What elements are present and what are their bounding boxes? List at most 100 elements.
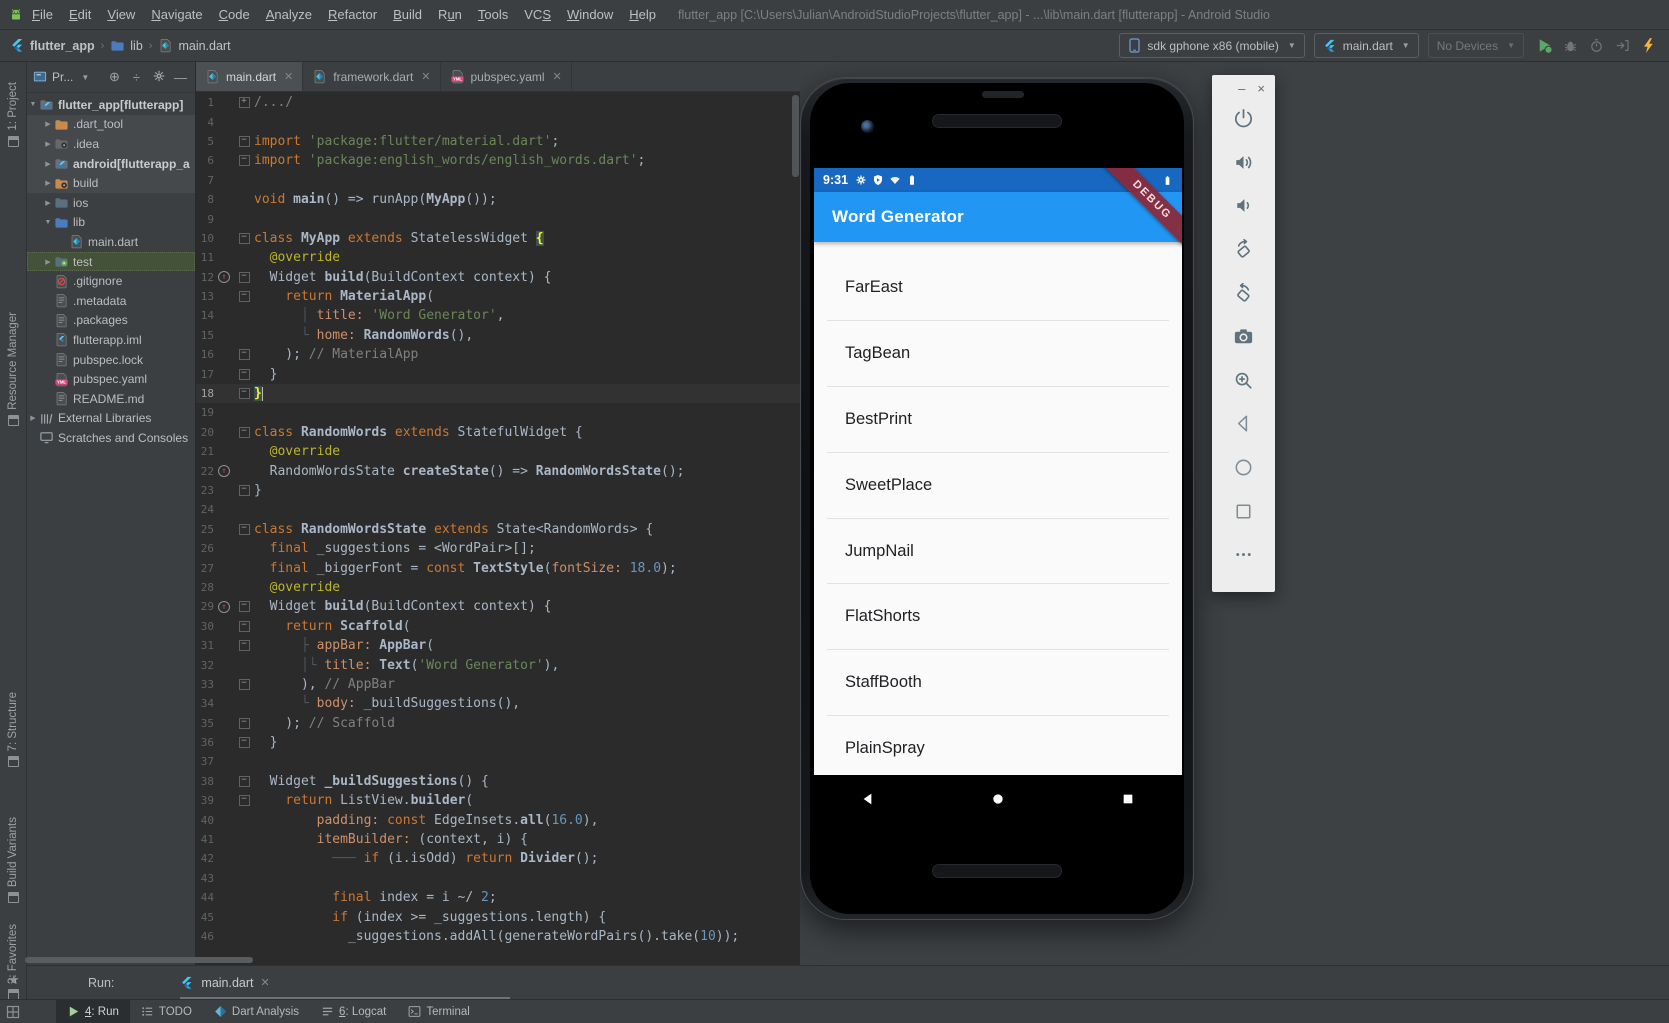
project-view-selector[interactable]: Pr...: [52, 70, 73, 84]
tree-item--gitignore[interactable]: .gitignore: [27, 271, 195, 291]
chevron-right-icon[interactable]: ▶: [43, 120, 53, 128]
tool-window-button----structure[interactable]: 7: Structure: [0, 692, 26, 767]
rotate-right-button[interactable]: [1221, 271, 1267, 315]
overview-button[interactable]: [1221, 489, 1267, 533]
zoom-in-button[interactable]: [1221, 359, 1267, 403]
fold-collapse-icon[interactable]: −: [239, 737, 250, 748]
menu-help[interactable]: Help: [621, 7, 664, 22]
chevron-right-icon[interactable]: ▶: [43, 258, 53, 266]
tree-item-main-dart[interactable]: main.dart: [27, 232, 195, 252]
hide-panel-icon[interactable]: —: [172, 70, 189, 85]
menu-navigate[interactable]: Navigate: [143, 7, 210, 22]
list-item-bestprint[interactable]: BestPrint: [827, 387, 1169, 453]
menu-analyze[interactable]: Analyze: [258, 7, 320, 22]
fold-collapse-icon[interactable]: −: [239, 388, 250, 399]
tool-windows-icon[interactable]: [6, 1005, 20, 1019]
fold-collapse-icon[interactable]: −: [239, 485, 250, 496]
tree-item--metadata[interactable]: .metadata: [27, 291, 195, 311]
breadcrumb-lib[interactable]: lib: [110, 38, 143, 53]
run-tab[interactable]: main.dart ✕: [180, 976, 269, 990]
device-selector[interactable]: sdk gphone x86 (mobile) ▼: [1119, 33, 1304, 58]
chevron-right-icon[interactable]: ▶: [28, 414, 38, 422]
chevron-down-icon[interactable]: ▼: [43, 219, 53, 226]
fold-collapse-icon[interactable]: −: [239, 155, 250, 166]
tab-framework-dart[interactable]: framework.dart✕: [303, 62, 440, 91]
tab-pubspec-yaml[interactable]: YMLpubspec.yaml✕: [441, 62, 572, 91]
fold-collapse-icon[interactable]: −: [239, 524, 250, 535]
tool-window-button----favorites[interactable]: 2: Favorites: [0, 924, 26, 1000]
back-button[interactable]: [1221, 402, 1267, 446]
tool-window-button-resource-manager[interactable]: Resource Manager: [0, 312, 26, 426]
fold-expand-icon[interactable]: +: [239, 97, 250, 108]
nav-home-button[interactable]: [990, 791, 1006, 807]
menu-code[interactable]: Code: [211, 7, 258, 22]
fold-collapse-icon[interactable]: −: [239, 349, 250, 360]
tree-item-external-libraries[interactable]: ▶External Libraries: [27, 409, 195, 429]
chevron-right-icon[interactable]: ▶: [43, 179, 53, 187]
override-icon[interactable]: ↑: [218, 601, 230, 613]
debug-button[interactable]: [1559, 35, 1581, 57]
menu-build[interactable]: Build: [385, 7, 430, 22]
tree-item-android[interactable]: ▶android [flutterapp_a: [27, 154, 195, 174]
menu-edit[interactable]: Edit: [61, 7, 99, 22]
fold-collapse-icon[interactable]: −: [239, 136, 250, 147]
fold-collapse-icon[interactable]: −: [239, 795, 250, 806]
editor-scrollbar[interactable]: [792, 95, 799, 177]
list-item-sweetplace[interactable]: SweetPlace: [827, 453, 1169, 519]
menu-window[interactable]: Window: [559, 7, 621, 22]
override-icon[interactable]: ↑: [218, 271, 230, 283]
power-button[interactable]: [1221, 97, 1267, 141]
close-icon[interactable]: ×: [1257, 81, 1265, 96]
close-icon[interactable]: ✕: [421, 70, 430, 83]
chevron-right-icon[interactable]: ▶: [43, 140, 53, 148]
override-icon[interactable]: ↑: [218, 465, 230, 477]
tool-window-button----project[interactable]: 1: Project: [0, 82, 26, 147]
list-item-plainspray[interactable]: PlainSpray: [827, 716, 1169, 782]
volume-up-button[interactable]: [1221, 141, 1267, 185]
tree-item-scratches-and-consoles[interactable]: Scratches and Consoles: [27, 428, 195, 448]
tree-item-lib[interactable]: ▼lib: [27, 213, 195, 233]
tree-item--dart-tool[interactable]: ▶.dart_tool: [27, 115, 195, 135]
tree-item-pubspec-yaml[interactable]: YMLpubspec.yaml: [27, 369, 195, 389]
panel-settings-icon[interactable]: [150, 69, 167, 86]
list-item-staffbooth[interactable]: StaffBooth: [827, 650, 1169, 716]
code-editor[interactable]: 1+/.../45−import 'package:flutter/materi…: [196, 91, 800, 965]
tab-main-dart[interactable]: main.dart✕: [196, 62, 303, 91]
breadcrumb-main.dart[interactable]: main.dart: [158, 38, 230, 53]
tool-window-button-build-variants[interactable]: Build Variants: [0, 817, 26, 903]
volume-down-button[interactable]: [1221, 184, 1267, 228]
more-button[interactable]: [1221, 533, 1267, 577]
attach-button[interactable]: [1611, 35, 1633, 57]
fold-collapse-icon[interactable]: −: [239, 233, 250, 244]
fold-collapse-icon[interactable]: −: [239, 427, 250, 438]
minimize-icon[interactable]: –: [1238, 81, 1245, 96]
camera-button[interactable]: [1221, 315, 1267, 359]
menu-tools[interactable]: Tools: [470, 7, 516, 22]
locate-file-icon[interactable]: ⊕: [106, 69, 123, 85]
fold-collapse-icon[interactable]: −: [239, 291, 250, 302]
run-button[interactable]: [1533, 35, 1555, 57]
run-config-selector[interactable]: main.dart ▼: [1314, 33, 1419, 58]
fold-collapse-icon[interactable]: −: [239, 640, 250, 651]
tree-item-flutterapp-iml[interactable]: flutterapp.iml: [27, 330, 195, 350]
close-icon[interactable]: ✕: [553, 70, 562, 83]
fold-collapse-icon[interactable]: −: [239, 601, 250, 612]
tree-item--packages[interactable]: .packages: [27, 311, 195, 331]
home-button[interactable]: [1221, 446, 1267, 490]
tool-button-6--logcat[interactable]: 6: Logcat: [310, 1000, 397, 1023]
nav-overview-button[interactable]: [1120, 791, 1136, 807]
chevron-down-icon[interactable]: ▼: [28, 101, 38, 108]
horizontal-scrollbar[interactable]: [25, 957, 253, 963]
tool-button-todo[interactable]: TODO: [130, 1000, 203, 1023]
fold-collapse-icon[interactable]: −: [239, 369, 250, 380]
fold-collapse-icon[interactable]: −: [239, 621, 250, 632]
tree-item--idea[interactable]: ▶.idea: [27, 134, 195, 154]
list-item-tagbean[interactable]: TagBean: [827, 321, 1169, 387]
menu-run[interactable]: Run: [430, 7, 470, 22]
tree-item-build[interactable]: ▶build: [27, 173, 195, 193]
word-list[interactable]: FarEastTagBeanBestPrintSweetPlaceJumpNai…: [814, 242, 1182, 775]
tool-button-4--run[interactable]: 4: Run: [56, 1000, 130, 1023]
rotate-left-button[interactable]: [1221, 228, 1267, 272]
tree-item-readme-md[interactable]: README.md: [27, 389, 195, 409]
menu-vcs[interactable]: VCS: [516, 7, 559, 22]
